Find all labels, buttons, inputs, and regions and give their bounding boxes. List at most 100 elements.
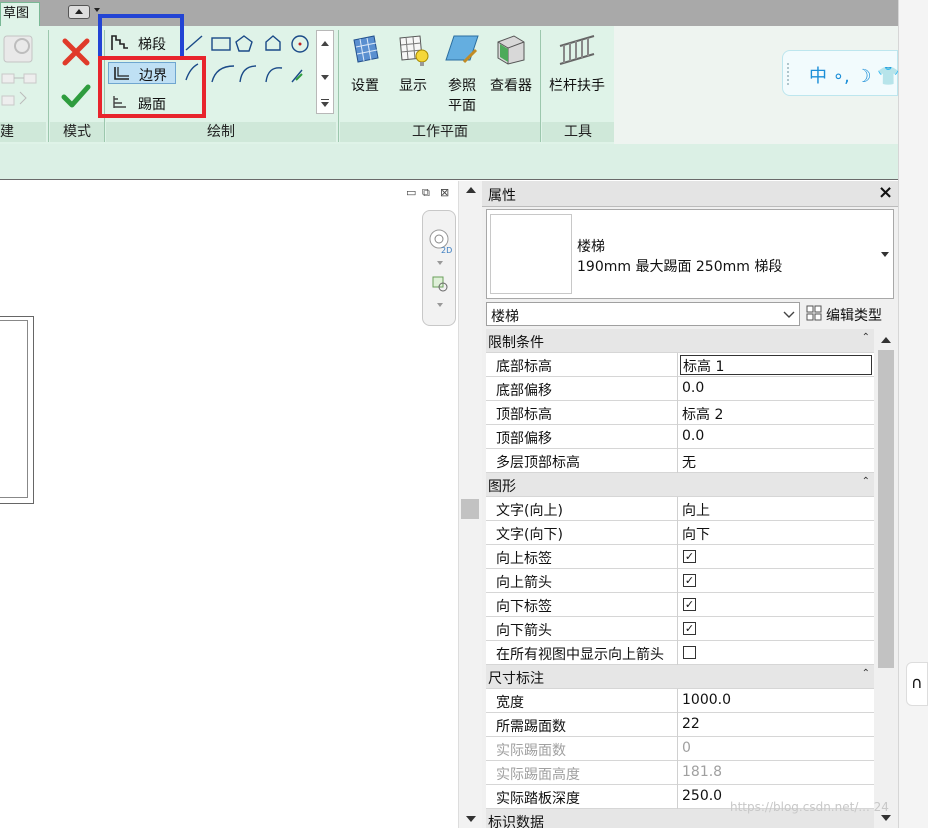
railing-icon [559,35,595,65]
property-row[interactable]: 宽度 1000.0 [486,689,874,713]
column-divider [677,401,678,425]
steering-wheel-icon[interactable]: 2D [427,227,453,257]
quick-access-toolbar-button[interactable] [68,5,90,19]
canvas-vertical-scrollbar[interactable] [458,181,482,828]
property-row[interactable]: 底部偏移 0.0 [486,377,874,401]
panel-separator [540,30,541,142]
property-row[interactable]: 实际踢面数 0 [486,737,874,761]
property-label: 实际踢面数 [496,743,566,759]
cancel-edit-icon[interactable] [60,36,92,68]
property-label: 多层顶部标高 [496,455,580,471]
property-row[interactable]: 文字(向上) 向上 [486,497,874,521]
type-preview-image [490,214,572,294]
property-value[interactable]: 250.0 [682,788,722,804]
property-group-header[interactable]: 限制条件 ⌃ [486,329,874,353]
column-divider [677,497,678,521]
watermark: https://blog.csdn.net/... 24 [730,800,889,814]
property-value[interactable]: 22 [682,716,700,732]
property-checkbox[interactable] [683,646,696,659]
chevron-down-icon[interactable] [466,816,476,822]
close-view-icon[interactable]: ⊠ [440,186,449,199]
ime-status-text: 中 ∘, ☽ 👕 [809,66,900,87]
property-label: 宽度 [496,695,524,711]
chevron-down-icon[interactable] [437,261,443,265]
chevron-down-icon[interactable] [783,311,795,319]
reference-plane-button[interactable]: 参照 平面 [438,30,486,116]
restore-icon[interactable]: ⧉ [422,186,430,200]
property-value[interactable]: 无 [682,452,696,472]
collapse-icon[interactable]: ⌃ [862,668,870,679]
gallery-scroll[interactable] [316,30,334,114]
property-value[interactable]: 标高 1 [680,355,872,375]
set-label: 设置 [351,78,379,94]
property-group-header[interactable]: 尺寸标注 ⌃ [486,665,874,689]
property-group-header[interactable]: 图形 ⌃ [486,473,874,497]
view-restore-controls[interactable]: ▭ ⧉ ⊠ [404,186,456,202]
property-value[interactable]: 0 [682,740,691,756]
property-row[interactable]: 文字(向下) 向下 [486,521,874,545]
chevron-down-icon[interactable] [321,75,329,80]
instance-filter-value: 楼梯 [491,309,519,325]
set-work-plane-button[interactable]: 设置 [342,30,388,100]
collapse-icon[interactable]: ⌃ [862,476,870,487]
side-widget[interactable]: ∩ [906,662,928,706]
panel-title-work-plane: 工作平面 [340,122,540,142]
property-value[interactable]: 1000.0 [682,692,731,708]
instance-filter-select[interactable]: 楼梯 [486,302,800,326]
chevron-up-icon[interactable] [321,41,329,46]
finish-edit-icon[interactable] [60,80,92,112]
column-divider [677,425,678,449]
chevron-down-icon[interactable] [437,303,443,307]
ime-toolbar[interactable]: 中 ∘, ☽ 👕 [782,50,900,96]
property-group-label: 限制条件 [488,335,544,351]
panel-title-create: 建 [0,122,46,142]
expand-icon[interactable] [321,99,329,100]
chevron-up-icon[interactable] [881,337,891,343]
property-row[interactable]: 顶部偏移 0.0 [486,425,874,449]
property-value[interactable]: 标高 2 [682,404,723,424]
minimize-icon[interactable]: ▭ [406,186,416,199]
property-row[interactable]: 向上箭头 ✓ [486,569,874,593]
tab-sketch[interactable]: 草图 [0,2,40,26]
property-value[interactable]: 0.0 [682,380,704,396]
edit-type-button[interactable]: 编辑类型 [804,302,894,326]
chevron-down-icon[interactable] [321,102,329,107]
scrollbar-thumb[interactable] [461,499,479,519]
scrollbar-thumb[interactable] [878,350,894,668]
property-value[interactable]: 181.8 [682,764,722,780]
chevron-down-icon[interactable] [94,8,100,12]
property-value[interactable]: 0.0 [682,428,704,444]
property-checkbox[interactable]: ✓ [683,622,696,635]
chevron-down-icon[interactable] [881,815,891,821]
drag-handle-icon[interactable] [787,63,791,85]
column-divider [677,689,678,713]
navigation-bar[interactable]: 2D [422,210,456,326]
property-row[interactable]: 向下箭头 ✓ [486,617,874,641]
property-row[interactable]: 向下标签 ✓ [486,593,874,617]
options-bar [0,144,898,180]
railing-button[interactable]: 栏杆扶手 [544,30,610,100]
property-row[interactable]: 所需踢面数 22 [486,713,874,737]
property-row[interactable]: 顶部标高 标高 2 [486,401,874,425]
property-row[interactable]: 实际踢面高度 181.8 [486,761,874,785]
panel-title-tools: 工具 [542,122,614,142]
property-checkbox[interactable]: ✓ [683,598,696,611]
viewer-button[interactable]: 查看器 [486,30,536,100]
property-value[interactable]: 向下 [682,524,710,544]
zoom-icon[interactable] [431,275,451,295]
close-icon[interactable]: × [878,182,893,203]
collapse-icon[interactable]: ⌃ [862,332,870,343]
chevron-up-icon[interactable] [466,187,476,193]
chevron-down-icon[interactable] [881,252,889,257]
property-row[interactable]: 向上标签 ✓ [486,545,874,569]
property-value[interactable]: 向上 [682,500,710,520]
drawing-canvas[interactable] [0,181,458,828]
show-work-plane-button[interactable]: 显示 [390,30,436,100]
panel-title-draw: 绘制 [106,122,336,142]
property-checkbox[interactable]: ✓ [683,574,696,587]
property-checkbox[interactable]: ✓ [683,550,696,563]
property-group-label: 标识数据 [488,815,544,828]
property-row[interactable]: 多层顶部标高 无 [486,449,874,473]
property-row[interactable]: 在所有视图中显示向上箭头 [486,641,874,665]
property-row[interactable]: 底部标高 标高 1 [486,353,874,377]
